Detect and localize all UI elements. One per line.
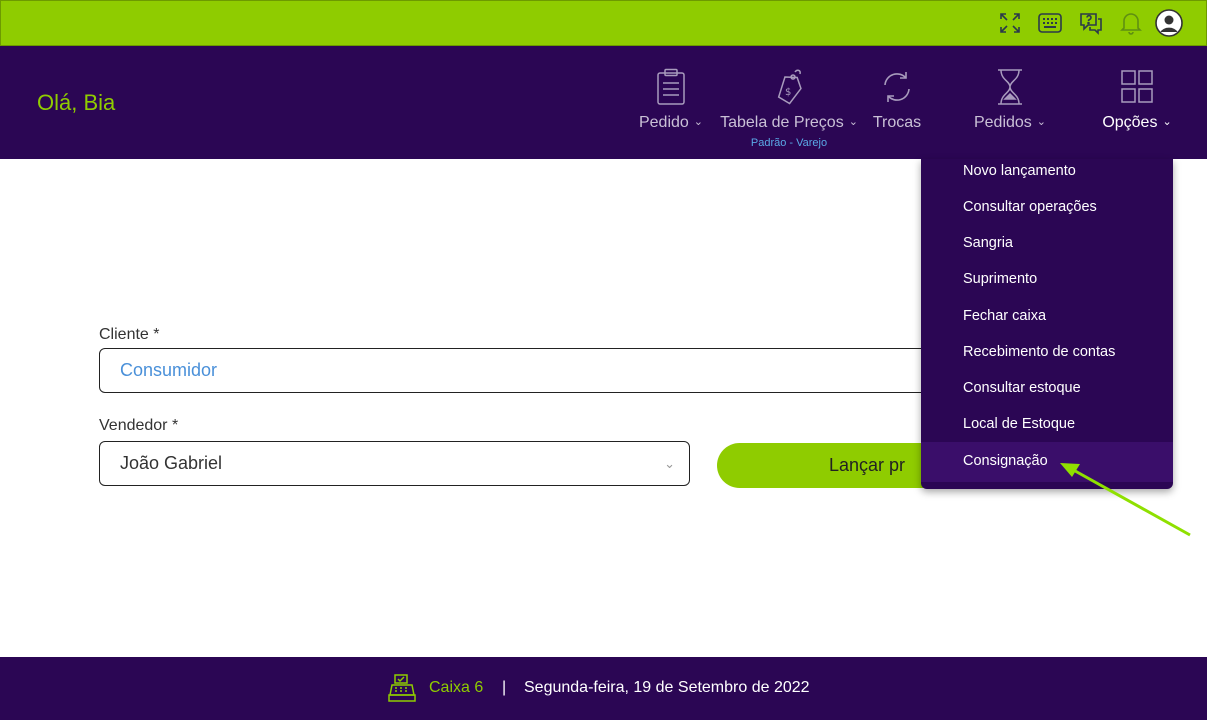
help-icon[interactable]: [1078, 10, 1104, 36]
menu-item-suprimento[interactable]: Suprimento: [921, 268, 1173, 304]
caixa-label: Caixa 6: [429, 679, 484, 696]
vendedor-label: Vendedor *: [99, 417, 179, 434]
menu-item-recebimento-contas[interactable]: Recebimento de contas: [921, 341, 1173, 377]
footer: Caixa 6 | Segunda-feira, 19 de Setembro …: [0, 657, 1207, 720]
chevron-down-icon: ⌄: [664, 456, 675, 471]
menu-item-consultar-estoque[interactable]: Consultar estoque: [921, 377, 1173, 413]
clipboard-icon: [653, 68, 689, 106]
svg-text:$: $: [785, 87, 791, 98]
price-table-subtitle[interactable]: Padrão - Varejo: [716, 137, 862, 149]
chevron-down-icon: ⌄: [848, 116, 858, 128]
menu-item-novo-lancamento[interactable]: Novo lançamento: [921, 159, 1173, 195]
nav-tabela-precos[interactable]: $ Tabela de Preços ⌄ Padrão - Varejo: [716, 46, 862, 159]
cliente-field[interactable]: Consumidor: [99, 348, 959, 393]
grid-icon: [1119, 68, 1155, 106]
exchange-icon: [879, 68, 915, 106]
fullscreen-icon[interactable]: [997, 10, 1023, 36]
nav-pedidos[interactable]: Pedidos ⌄: [968, 46, 1052, 159]
menu-item-consultar-operacoes[interactable]: Consultar operações: [921, 196, 1173, 232]
top-bar: [0, 0, 1207, 46]
cash-register-icon: [387, 673, 417, 703]
nav-opcoes-label: Opções: [1102, 114, 1158, 131]
cliente-label: Cliente *: [99, 326, 160, 343]
greeting: Olá, Bia: [37, 90, 116, 115]
options-dropdown: Novo lançamento Consultar operações Sang…: [921, 159, 1173, 489]
nav-trocas-label: Trocas: [872, 114, 922, 131]
nav-pedidos-label: Pedidos: [973, 114, 1032, 131]
vendedor-select[interactable]: João Gabriel ⌄: [99, 441, 690, 486]
price-tag-icon: $: [771, 68, 807, 106]
menu-item-fechar-caixa[interactable]: Fechar caixa: [921, 305, 1173, 341]
cliente-value: Consumidor: [120, 360, 218, 380]
chevron-down-icon: ⌄: [1162, 116, 1172, 128]
nav-pedido[interactable]: Pedido ⌄: [632, 46, 710, 159]
menu-item-sangria[interactable]: Sangria: [921, 232, 1173, 268]
user-avatar-icon[interactable]: [1155, 9, 1183, 37]
nav-tabela-label: Tabela de Preços: [720, 114, 844, 131]
nav-trocas[interactable]: Trocas: [866, 46, 928, 159]
chevron-down-icon: ⌄: [1036, 116, 1047, 128]
hourglass-icon: [992, 68, 1028, 106]
nav-opcoes[interactable]: Opções ⌄: [1098, 46, 1176, 159]
nav-pedido-label: Pedido: [638, 114, 689, 131]
footer-separator: |: [502, 679, 507, 696]
chevron-down-icon: ⌄: [693, 116, 704, 128]
vendedor-value: João Gabriel: [120, 453, 223, 473]
header: Olá, Bia Pedido ⌄ $ Tabela de Preços ⌄ Pad…: [0, 46, 1207, 159]
current-date: Segunda-feira, 19 de Setembro de 2022: [524, 679, 810, 696]
bell-icon[interactable]: [1118, 10, 1144, 36]
keyboard-icon[interactable]: [1037, 10, 1063, 36]
menu-item-consignacao[interactable]: Consignação: [921, 442, 1173, 482]
